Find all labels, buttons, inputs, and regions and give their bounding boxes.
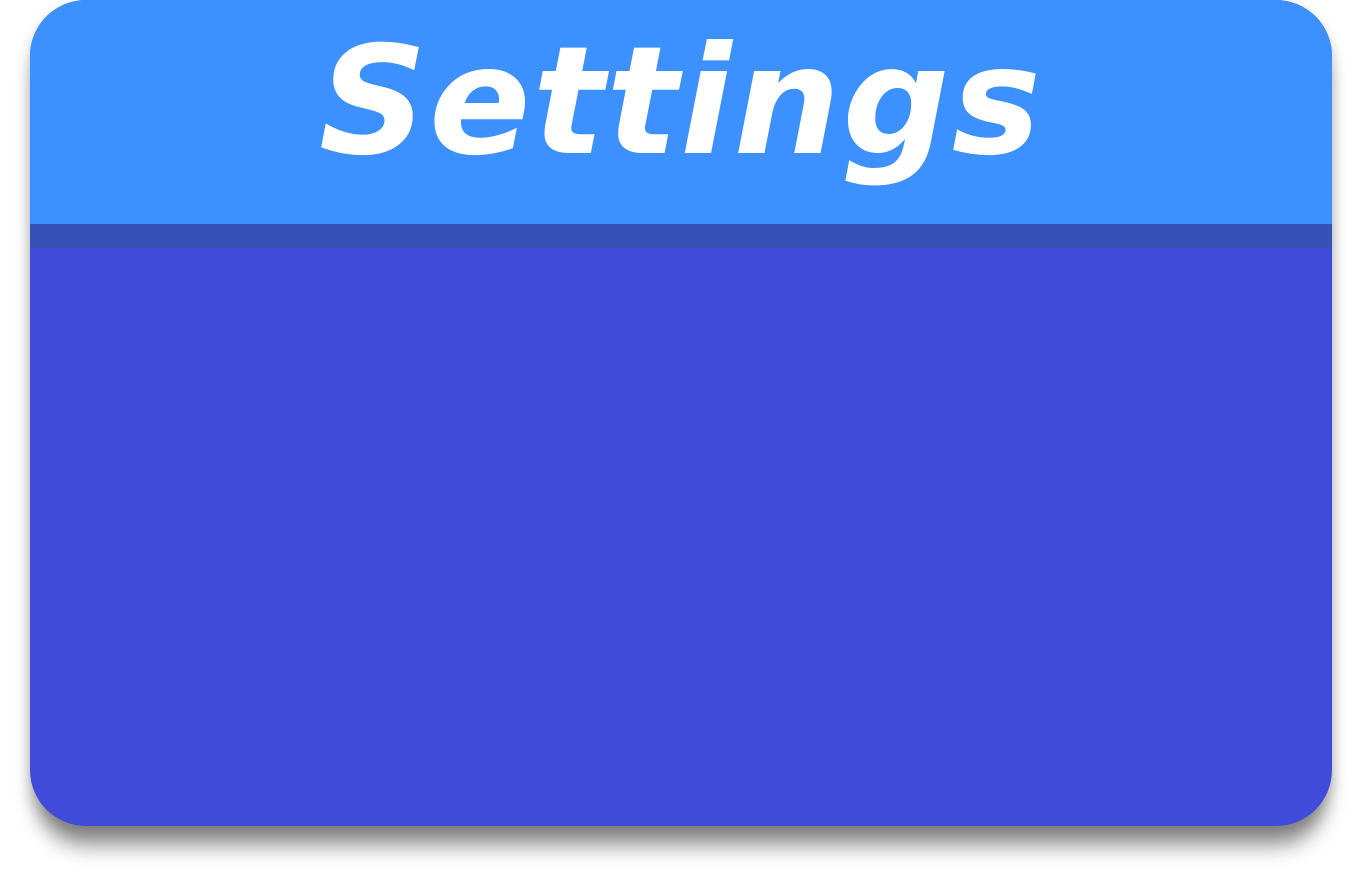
settings-header: Settings — [30, 0, 1332, 224]
settings-content-area — [30, 248, 1332, 826]
header-divider — [30, 224, 1332, 248]
settings-panel: Settings — [30, 0, 1332, 826]
settings-title: Settings — [318, 15, 1044, 189]
